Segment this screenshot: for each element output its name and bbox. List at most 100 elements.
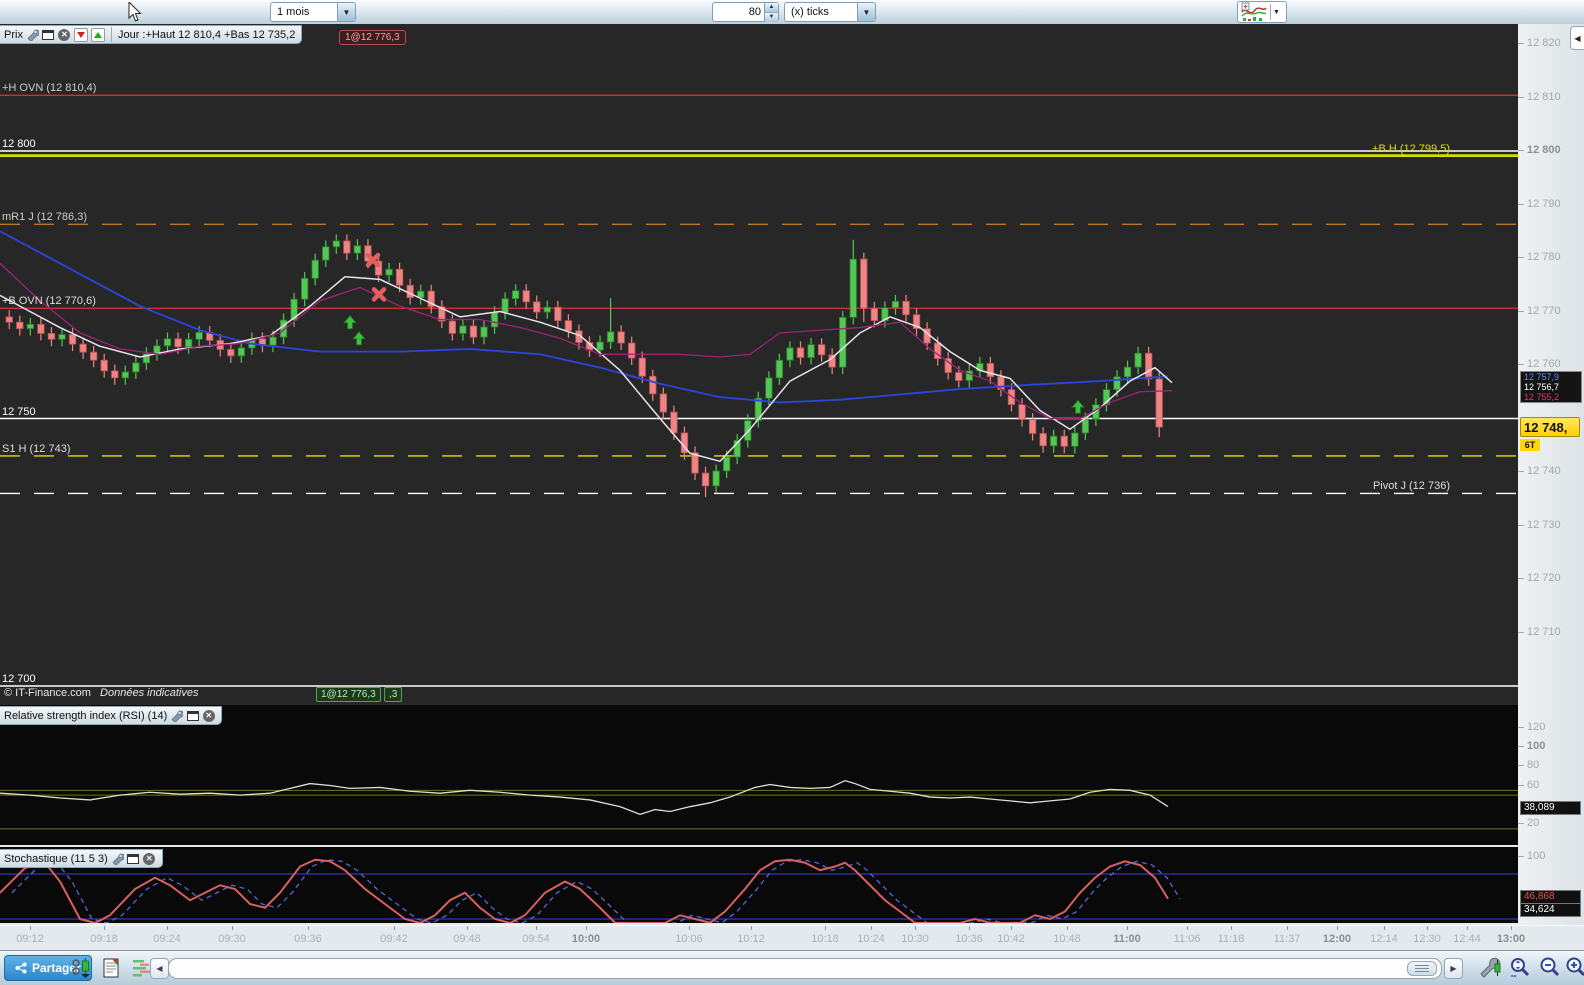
stochastic-chart-canvas[interactable] xyxy=(0,847,1518,925)
time-label: 10:24 xyxy=(857,933,885,945)
time-label: 09:12 xyxy=(16,933,44,945)
time-label: 10:00 xyxy=(571,933,601,945)
price-chart-panel: Prix ✕ Jour :+Haut 12 810,4 +Bas 12 735,… xyxy=(0,24,1518,705)
footer-position-badge[interactable]: 1@12 776,3 xyxy=(316,687,381,702)
tick-count-spinner[interactable]: 80 ▲ ▼ xyxy=(712,2,779,22)
time-tick xyxy=(969,926,970,930)
price-panel-title: Prix xyxy=(4,28,23,41)
close-icon[interactable]: ✕ xyxy=(58,28,71,41)
ma-fast-white-line xyxy=(0,275,1173,463)
buy-signal-marker xyxy=(352,331,366,346)
level-label: S1 H (12 743) xyxy=(2,442,71,455)
rsi-chart-canvas[interactable] xyxy=(0,705,1518,845)
time-label: 09:36 xyxy=(294,933,322,945)
buy-arrow-icon[interactable] xyxy=(90,27,105,42)
time-label: 09:30 xyxy=(218,933,246,945)
spinner-up-icon[interactable]: ▲ xyxy=(765,3,778,12)
scrollbar-thumb[interactable] xyxy=(1407,961,1437,976)
zoom-out-icon[interactable] xyxy=(1538,956,1562,980)
time-label: 11:18 xyxy=(1217,933,1245,945)
stochastic-panel-title: Stochastique (11 5 3) xyxy=(4,852,108,865)
news-icon[interactable] xyxy=(100,956,124,980)
time-label: 12:00 xyxy=(1322,933,1352,945)
time-tick xyxy=(915,926,916,930)
footer-position-badge-suffix[interactable]: ,3 xyxy=(384,687,403,702)
axis-tag: 12 757,9 xyxy=(1524,372,1560,383)
add-indicator-button[interactable]: ▼ xyxy=(1237,1,1287,23)
time-tick xyxy=(1467,926,1468,930)
time-label: 10:18 xyxy=(811,933,839,945)
buy-signal-marker xyxy=(1071,399,1085,414)
window-icon[interactable] xyxy=(42,28,55,41)
zoom-fit-icon[interactable] xyxy=(1508,956,1532,980)
chart-scrollbar[interactable] xyxy=(168,958,1442,979)
scroll-left-button[interactable]: ◀ xyxy=(150,958,169,979)
time-axis[interactable]: 09:12 09:18 09:24 09:30 09:36 09:42 09:48 09:54… xyxy=(0,925,1584,951)
spinner-down-icon[interactable]: ▼ xyxy=(765,12,778,22)
wrench-icon[interactable] xyxy=(170,709,184,722)
last-price-tag: 12 748, xyxy=(1520,417,1580,438)
period-select-value: 1 mois xyxy=(277,6,310,18)
chevron-down-icon[interactable]: ▼ xyxy=(1273,9,1280,16)
tick-units-select[interactable]: (x) ticks ▼ xyxy=(784,2,876,22)
chevron-down-icon[interactable]: ▼ xyxy=(337,3,355,21)
price-chart-canvas[interactable] xyxy=(0,24,1518,705)
time-tick xyxy=(1427,926,1428,930)
time-tick xyxy=(467,926,468,930)
wrench-icon[interactable] xyxy=(111,852,124,865)
level-label: mR1 J (12 786,3) xyxy=(2,211,87,224)
time-label: 11:00 xyxy=(1113,933,1141,945)
sell-arrow-icon[interactable] xyxy=(73,27,88,42)
buy-signal-marker xyxy=(343,315,357,330)
scroll-right-button[interactable]: ▶ xyxy=(1444,958,1463,979)
rsi-panel-header: Relative strength index (RSI) (14) ✕ xyxy=(0,706,223,725)
collapse-axis-button[interactable]: ◀ xyxy=(1570,26,1584,50)
time-label: 10:48 xyxy=(1053,933,1081,945)
indicator-chart-icon xyxy=(1241,2,1267,21)
time-label: 09:48 xyxy=(453,933,481,945)
time-tick xyxy=(871,926,872,930)
copyright-line: © IT-Finance.com Données indicatives xyxy=(4,687,198,699)
wrench-icon[interactable] xyxy=(26,28,39,41)
day-high-low-stats: Jour :+Haut 12 810,4 +Bas 12 735,2 xyxy=(117,28,296,41)
positions-icon[interactable] xyxy=(70,956,94,980)
stoch-k-value-tag: 46,868 xyxy=(1520,889,1581,904)
open-position-badge[interactable]: 1@12 776,3 xyxy=(339,30,406,45)
mouse-cursor xyxy=(128,2,142,22)
period-select[interactable]: 1 mois ▼ xyxy=(270,2,356,22)
time-tick xyxy=(1337,926,1338,930)
close-icon[interactable]: ✕ xyxy=(143,852,156,865)
time-tick xyxy=(167,926,168,930)
level-label: 12 700 xyxy=(2,673,36,685)
time-tick xyxy=(104,926,105,930)
price-axis-column[interactable]: 12 757,9 12 756,7 12 755,2 12 748, 6T 38,0… xyxy=(1518,24,1584,925)
time-label: 11:06 xyxy=(1173,933,1201,945)
time-label: 09:54 xyxy=(522,933,550,945)
bottom-toolbar: Partager ◀ ▶ xyxy=(0,950,1584,985)
position-size-tag: 6T xyxy=(1520,439,1540,452)
level-label: +B OVN (12 770,6) xyxy=(2,295,96,308)
copyright-text: © IT-Finance.com xyxy=(4,687,91,699)
window-icon[interactable] xyxy=(127,852,140,865)
close-icon[interactable]: ✕ xyxy=(202,709,215,722)
time-tick xyxy=(1127,926,1128,930)
axis-tag: 12 756,7 xyxy=(1524,382,1560,393)
time-label: 12:30 xyxy=(1413,933,1441,945)
time-tick xyxy=(1384,926,1385,930)
time-label: 10:06 xyxy=(675,933,703,945)
price-panel-header: Prix ✕ Jour :+Haut 12 810,4 +Bas 12 735,… xyxy=(0,25,303,44)
time-label: 13:00 xyxy=(1496,933,1526,945)
level-label: +H OVN (12 810,4) xyxy=(2,82,97,95)
time-tick xyxy=(1287,926,1288,930)
chevron-down-icon[interactable]: ▼ xyxy=(857,3,875,21)
stochastic-panel: Stochastique (11 5 3) ✕ xyxy=(0,845,1518,925)
time-label: 12:44 xyxy=(1453,933,1481,945)
top-toolbar: 1 mois ▼ 80 ▲ ▼ (x) ticks ▼ ▼ xyxy=(0,0,1584,25)
window-icon[interactable] xyxy=(186,709,199,722)
rsi-panel: Relative strength index (RSI) (14) ✕ xyxy=(0,705,1518,845)
stoch-k-line xyxy=(0,858,1169,925)
zoom-in-icon[interactable] xyxy=(1564,956,1584,980)
time-tick xyxy=(689,926,690,930)
time-tick xyxy=(1187,926,1188,930)
chart-settings-icon[interactable] xyxy=(1478,956,1502,980)
